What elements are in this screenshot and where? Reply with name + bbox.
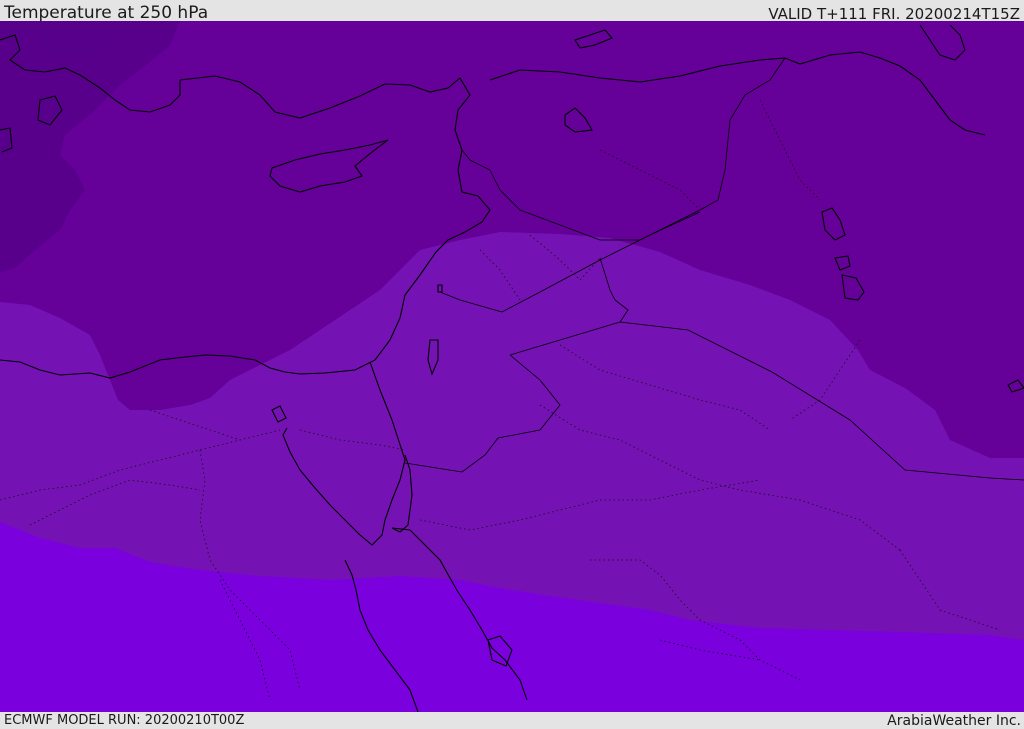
footer-bar: ECMWF MODEL RUN: 20200210T00Z ArabiaWeat… [0, 712, 1024, 729]
map-title: Temperature at 250 hPa [4, 3, 209, 23]
credit-label: ArabiaWeather Inc. [887, 713, 1021, 729]
map-figure: Temperature at 250 hPa VALID T+111 FRI. … [0, 0, 1024, 729]
temperature-map [0, 21, 1024, 712]
map-canvas [0, 21, 1024, 712]
header-bar: Temperature at 250 hPa VALID T+111 FRI. … [0, 0, 1024, 23]
model-run-label: ECMWF MODEL RUN: 20200210T00Z [4, 713, 245, 728]
